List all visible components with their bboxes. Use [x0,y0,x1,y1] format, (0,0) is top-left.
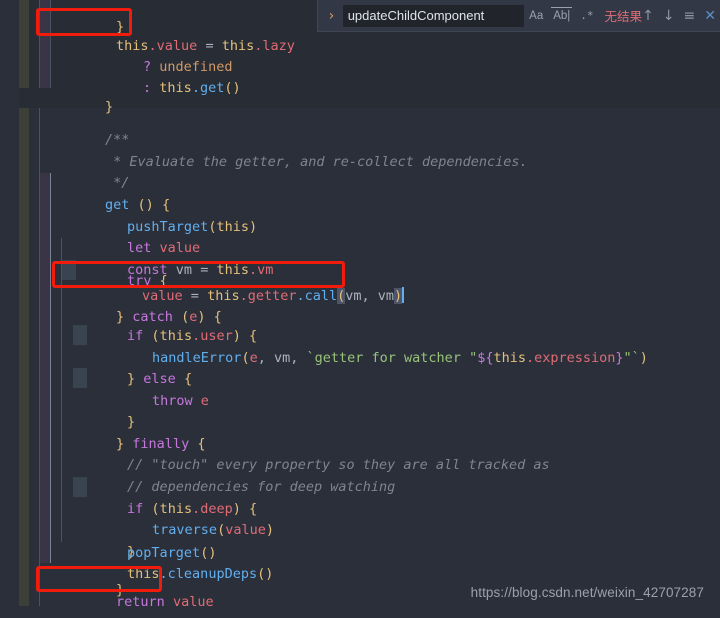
code-token: return [116,593,165,610]
code-line[interactable]: */ [40,151,129,191]
code-token: ( [217,521,226,538]
code-token: "` [623,349,640,366]
code-line[interactable]: get () { [40,173,170,213]
code-token: e [249,349,258,366]
code-token: () [224,79,241,96]
code-token: .expression [525,349,616,366]
code-line[interactable]: let value [62,216,200,256]
code-token: .get [191,79,225,96]
match-case-icon[interactable]: Aa [527,8,545,24]
code-token: vm [273,349,291,366]
code-token: vm, vm [345,287,395,304]
code-token: () [257,565,274,582]
find-status-text: 无结果 [604,10,643,24]
regex-icon[interactable]: .* [578,8,595,24]
code-token: , [290,349,307,366]
code-token: .lazy [254,37,295,54]
code-line[interactable]: /** [40,108,129,148]
code-line[interactable]: * Evaluate the getter, and re-collect de… [40,130,528,170]
code-token: ) [394,287,403,304]
code-line[interactable]: throw e [87,369,209,409]
find-widget[interactable]: › updateChildComponent Aa Ab| .* 无结果 ↑ ↓… [317,0,720,32]
code-token: e [192,392,209,409]
code-token: , [257,349,274,366]
code-token: * Evaluate the getter, and re-collect de… [105,153,528,170]
code-line[interactable]: } [40,75,113,115]
code-token: value [164,593,214,610]
close-icon[interactable]: ✕ [704,9,716,23]
code-line[interactable]: } [40,592,113,618]
code-token: .call [296,287,338,304]
code-token: `getter for watcher " [306,349,478,366]
code-token: throw [152,392,193,409]
code-line[interactable]: pushTarget(this) [62,195,257,235]
code-token: this [159,79,192,96]
code-line[interactable]: } finally { [51,412,205,452]
code-line[interactable]: ? undefined [78,35,232,75]
whole-word-icon[interactable]: Ab| [551,7,573,24]
text-cursor [402,286,405,303]
arrow-up-icon[interactable]: ↑ [642,9,654,23]
code-token: ) [639,349,648,366]
code-token: ( [241,349,250,366]
code-token: ${ [477,349,494,366]
editor-window: } this.value = this.lazy ? undefined : t… [0,0,720,618]
code-token: : [143,79,160,96]
code-line[interactable]: value = this.getter.call(vm, vm) [77,264,405,304]
code-token: ) [248,218,258,235]
find-input-wrapper[interactable]: updateChildComponent [342,4,525,27]
code-line[interactable]: // dependencies for deep watching [62,455,395,495]
code-line[interactable]: popTarget() [62,521,216,561]
code-token: value [225,521,266,538]
code-token: this [493,349,526,366]
code-token: ) [265,521,274,538]
code-line[interactable]: // "touch" every property so they are al… [62,433,550,473]
list-icon[interactable]: ≡ [684,9,696,23]
code-line[interactable]: if (this.user) { [62,304,257,344]
code-line[interactable]: if (this.deep) { [62,477,257,517]
code-editor[interactable]: } this.value = this.lazy ? undefined : t… [0,0,720,618]
watermark-url: https://blog.csdn.net/weixin_42707287 [470,585,704,600]
find-actions: ↑ ↓ ≡ ✕ [642,9,718,23]
code-line[interactable]: traverse(value) [87,498,274,538]
code-text-layer[interactable]: } this.value = this.lazy ? undefined : t… [0,0,720,618]
code-line[interactable]: return value [51,570,214,610]
code-line[interactable]: handleError(e, vm, `getter for watcher "… [87,326,648,366]
code-line[interactable]: } else { [62,347,192,387]
code-token: } [615,349,624,366]
code-line[interactable]: this.value = this.lazy [51,14,295,54]
code-token: .getter [239,287,297,304]
code-token: this [216,218,249,235]
chevron-right-icon[interactable]: › [324,4,339,28]
search-input[interactable]: updateChildComponent [348,8,519,23]
arrow-down-icon[interactable]: ↓ [663,9,675,23]
code-line[interactable]: } [62,390,135,430]
